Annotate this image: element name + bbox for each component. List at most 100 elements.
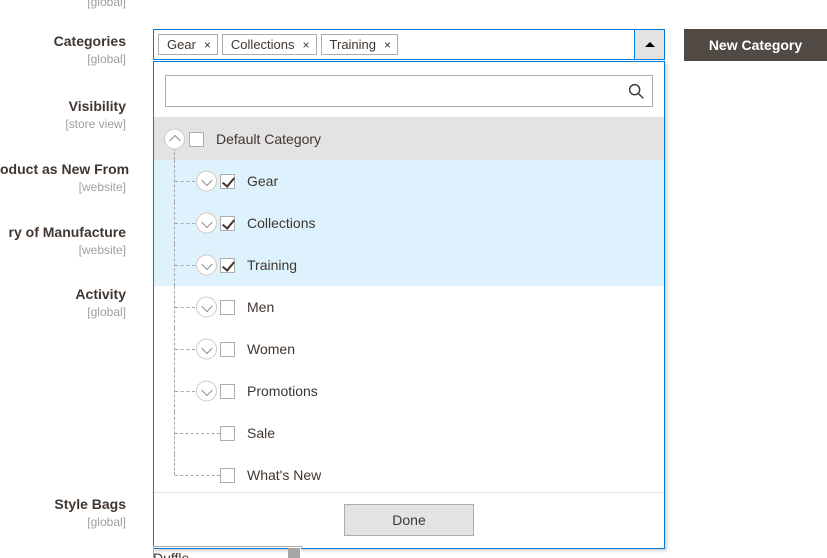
category-checkbox[interactable] <box>220 257 235 273</box>
category-row-label: Default Category <box>216 131 322 147</box>
field-label-country-of-manufacture: ry of Manufacture [website] <box>0 224 140 258</box>
field-label-activity: Activity [global] <box>0 286 140 320</box>
category-row-label: Training <box>247 257 298 273</box>
category-tag-label: Collections <box>230 37 295 52</box>
category-tree-row[interactable]: Collections <box>154 202 664 244</box>
tree-connector-line <box>175 475 225 476</box>
tree-connector-line <box>175 433 225 434</box>
tree-vertical-line <box>174 370 175 412</box>
done-button[interactable]: Done <box>344 504 474 536</box>
field-scope-text: [website] <box>78 242 126 257</box>
tree-vertical-line <box>174 244 175 286</box>
category-tree-row[interactable]: Gear <box>154 160 664 202</box>
field-label-text: ry of Manufacture <box>8 224 126 240</box>
categories-multiselect[interactable]: Gear × Collections × Training × <box>153 29 665 60</box>
category-tree-row[interactable]: Sale <box>154 412 664 454</box>
category-checkbox[interactable] <box>189 131 204 147</box>
chevron-glyph <box>168 134 181 146</box>
category-row-label: Sale <box>247 425 276 441</box>
chevron-down-icon[interactable] <box>196 296 217 318</box>
tree-vertical-line <box>174 160 175 202</box>
tree-connector-line <box>175 223 195 224</box>
tree-indent <box>154 454 225 492</box>
field-label-text: Visibility <box>68 98 126 114</box>
tree-vertical-line <box>174 286 175 328</box>
category-checkbox[interactable] <box>220 215 235 231</box>
tree-connector-line <box>175 307 195 308</box>
category-tree-row[interactable]: Default Category <box>154 118 664 160</box>
tree-connector-line <box>175 391 195 392</box>
field-label-visibility: Visibility [store view] <box>0 98 140 132</box>
categories-dropdown-toggle[interactable] <box>634 30 664 59</box>
caret-up-icon <box>644 42 655 47</box>
tree-connector-line <box>175 265 195 266</box>
category-checkbox[interactable] <box>220 425 235 441</box>
tree-indent <box>154 118 189 160</box>
chevron-down-icon[interactable] <box>196 254 217 276</box>
category-tree-scroll[interactable]: Default Category Gear Collections Training M… <box>154 117 664 492</box>
tree-connector-line <box>175 349 195 350</box>
dropdown-footer: Done <box>154 492 664 548</box>
category-row-label: Women <box>247 341 295 357</box>
category-tag-remove-icon[interactable]: × <box>303 39 310 51</box>
tree-vertical-line <box>174 454 175 475</box>
category-search-wrapper <box>165 75 653 107</box>
categories-dropdown-panel: Default Category Gear Collections Training M… <box>153 61 665 549</box>
product-edit-form: [global] Categories [global] Visibility [sto… <box>0 0 827 558</box>
chevron-glyph <box>200 258 213 270</box>
category-tree-row[interactable]: What's New <box>154 454 664 492</box>
category-tag[interactable]: Gear × <box>158 34 218 55</box>
chevron-glyph <box>200 384 213 396</box>
field-scope-text: [website] <box>78 179 126 194</box>
category-tag[interactable]: Collections × <box>221 34 317 55</box>
category-row-label: Collections <box>247 215 316 231</box>
category-row-label: Promotions <box>247 383 318 399</box>
field-label-text: oduct as New From <box>0 161 130 177</box>
new-category-button[interactable]: New Category <box>684 29 827 61</box>
chevron-glyph <box>200 300 213 312</box>
category-tree-row[interactable]: Men <box>154 286 664 328</box>
chevron-down-icon[interactable] <box>196 212 217 234</box>
category-checkbox[interactable] <box>220 299 235 315</box>
field-label-text: Style Bags <box>54 496 126 512</box>
tree-indent <box>154 286 220 328</box>
below-scrollbar-thumb[interactable] <box>288 548 301 558</box>
category-row-label: Men <box>247 299 275 315</box>
tree-indent <box>154 412 225 454</box>
field-label-top-cut: [global] <box>0 0 140 10</box>
category-tag[interactable]: Training × <box>320 34 399 55</box>
field-label-categories: Categories [global] <box>0 33 140 67</box>
category-checkbox[interactable] <box>220 467 235 483</box>
category-checkbox[interactable] <box>220 173 235 189</box>
category-row-label: What's New <box>247 467 322 483</box>
chevron-down-icon[interactable] <box>196 380 217 402</box>
category-checkbox[interactable] <box>220 341 235 357</box>
tree-indent <box>154 202 220 244</box>
category-tag-remove-icon[interactable]: × <box>204 39 211 51</box>
category-checkbox[interactable] <box>220 383 235 399</box>
chevron-glyph <box>200 342 213 354</box>
field-label-style-bags: Style Bags [global] <box>0 496 140 530</box>
tree-indent <box>154 328 220 370</box>
field-label-text: Categories <box>53 33 126 49</box>
category-tree-row[interactable]: Promotions <box>154 370 664 412</box>
tree-vertical-line <box>174 328 175 370</box>
category-tag-label: Gear <box>167 37 196 52</box>
tree-vertical-line <box>174 412 175 454</box>
category-row-label: Gear <box>247 173 279 189</box>
category-tree-row[interactable]: Women <box>154 328 664 370</box>
chevron-down-icon[interactable] <box>196 338 217 360</box>
category-tree-row[interactable]: Training <box>154 244 664 286</box>
field-scope-text: [global] <box>87 304 126 319</box>
field-label-product-as-new-from: oduct as New From [website] <box>0 161 140 195</box>
chevron-glyph <box>200 216 213 228</box>
field-scope-text: [store view] <box>65 116 126 131</box>
tree-vertical-line <box>174 202 175 244</box>
chevron-up-icon[interactable] <box>164 128 185 150</box>
field-scope-text: [global] <box>87 514 126 529</box>
chevron-down-icon[interactable] <box>196 170 217 192</box>
tree-indent <box>154 244 220 286</box>
tree-indent <box>154 160 220 202</box>
category-search-input[interactable] <box>165 75 653 107</box>
category-tag-remove-icon[interactable]: × <box>384 39 391 51</box>
